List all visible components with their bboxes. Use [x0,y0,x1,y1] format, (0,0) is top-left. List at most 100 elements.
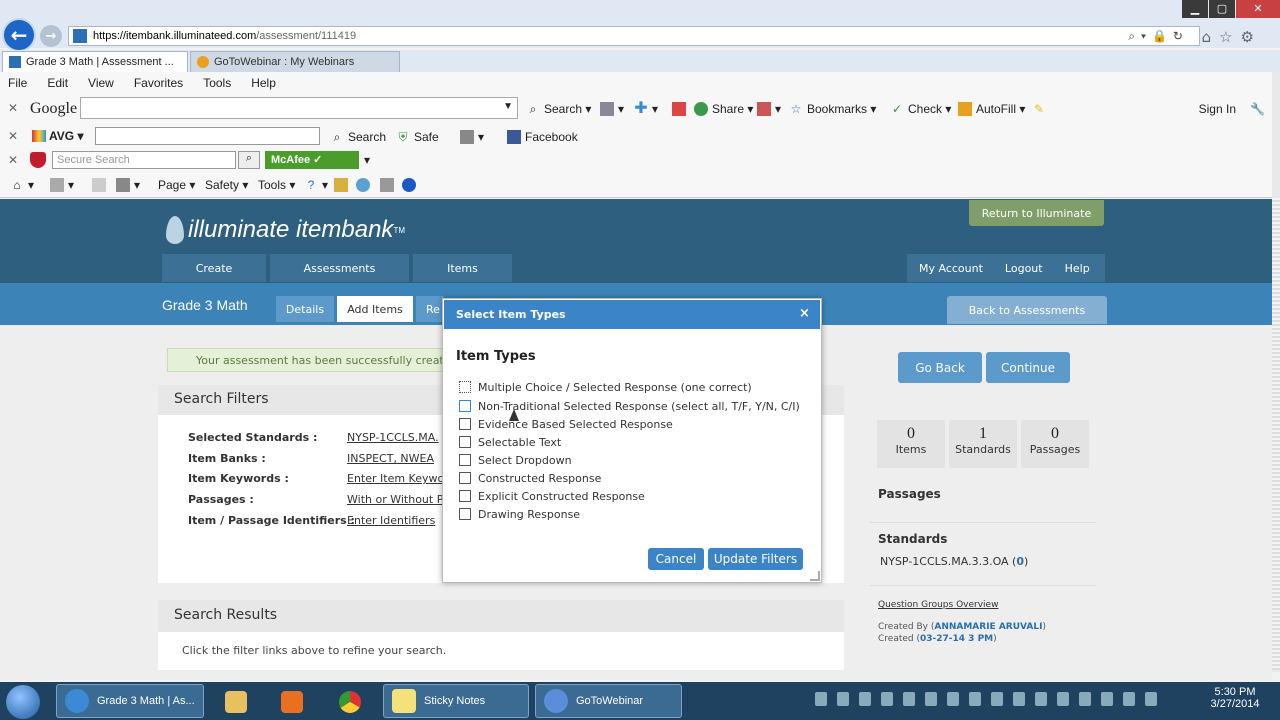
option-constructed-response[interactable]: Constructed Response [459,471,601,485]
gplus-icon[interactable] [672,102,690,116]
close-icon[interactable]: × [799,306,810,321]
tray-icon[interactable] [1035,692,1047,706]
return-to-illuminate-button[interactable]: Return to Illuminate [969,200,1104,226]
option-multiple-choice[interactable]: Multiple Choice / Selected Response (one… [459,380,752,394]
checkbox[interactable] [459,472,471,484]
tray-icon[interactable] [1145,692,1157,706]
menu-file[interactable]: File [8,76,27,90]
filter-value-standards[interactable]: NYSP-1CCLS.MA. [347,431,439,444]
menu-view[interactable]: View [88,76,114,90]
system-tray[interactable] [815,692,1167,706]
tray-icon[interactable] [991,692,1003,706]
page-menu[interactable]: Page ▾ [158,178,195,192]
address-bar[interactable]: https://itembank.illuminateed.com/assess… [68,26,1200,46]
close-toolbar-icon[interactable]: ✕ [8,101,18,115]
tab-reports[interactable]: Re [416,296,444,322]
tray-icon[interactable] [1057,692,1069,706]
autofill-button[interactable]: AutoFill ▾ [958,102,1025,116]
option-selectable-text[interactable]: Selectable Text [459,435,561,449]
resize-grip-icon[interactable] [810,571,820,581]
mcafee-dropdown-icon[interactable]: ▾ [364,153,370,167]
checkbox[interactable] [459,381,471,393]
go-back-button[interactable]: Go Back [898,352,982,383]
dropdown-arrow-icon[interactable]: ▼ [503,101,513,112]
illuminate-logo[interactable]: illuminate itembank TM [166,216,405,244]
avg-safe-button[interactable]: ⛨ Safe [396,130,438,144]
filter-value-item-banks[interactable]: INSPECT, NWEA [347,452,434,465]
screenshot-icon[interactable] [380,178,398,192]
research-icon[interactable] [334,178,352,192]
tray-icon[interactable] [925,692,937,706]
close-toolbar-icon[interactable]: ✕ [8,153,18,167]
checkbox[interactable] [459,400,471,412]
home-icon[interactable]: ⌂ ▾ [10,178,34,192]
continue-button[interactable]: Continue [986,352,1070,383]
maximize-button[interactable]: ▢ [1209,0,1235,18]
check-button[interactable]: ✓ Check ▾ [890,102,951,116]
google-search-input[interactable]: ▼ [80,97,518,119]
tray-icon[interactable] [859,692,871,706]
tab-grade3-math[interactable]: Grade 3 Math | Assessment ... [2,51,188,72]
task-sticky-notes[interactable]: Sticky Notes [383,684,529,718]
toolbar-menu-icon[interactable]: ▾ [600,102,624,116]
chrome-icon[interactable] [330,686,370,718]
secure-search-input[interactable]: Secure Search [52,151,236,169]
safety-menu[interactable]: Safety ▾ [205,178,248,192]
media-player-icon[interactable] [272,686,312,718]
tray-icon[interactable] [903,692,915,706]
checkbox[interactable] [459,436,471,448]
checkbox[interactable] [459,454,471,466]
menu-favorites[interactable]: Favorites [134,76,183,90]
avg-search-input[interactable] [95,127,320,145]
checkbox[interactable] [459,418,471,430]
question-groups-link[interactable]: Question Groups Overview [878,600,998,610]
tray-icon[interactable] [1123,692,1135,706]
my-account-link[interactable]: My Account [919,262,983,275]
minimize-button[interactable]: ▁ [1182,0,1208,18]
cancel-button[interactable]: Cancel [648,548,704,570]
update-filters-button[interactable]: Update Filters [708,548,803,570]
trash-icon[interactable]: ▾ [460,130,484,144]
tab-gotowebinar[interactable]: GoToWebinar : My Webinars [190,51,400,72]
bluetooth-icon[interactable] [402,178,420,192]
tray-icon[interactable] [1101,692,1113,706]
task-gotowebinar[interactable]: GoToWebinar [535,684,682,718]
tray-icon[interactable] [1079,692,1091,706]
nav-items[interactable]: Items [413,254,512,282]
facebook-button[interactable]: Facebook [507,130,578,144]
share-button[interactable]: Share ▾ [694,102,753,116]
menu-help[interactable]: Help [251,76,276,90]
start-button[interactable] [6,685,40,719]
feeds-icon[interactable]: ▾ [50,178,74,192]
explorer-icon[interactable] [216,686,256,718]
page-scrollbar[interactable] [1272,198,1280,670]
menu-edit[interactable]: Edit [47,76,68,90]
tab-add-items[interactable]: Add Items [337,296,413,322]
taskbar-clock[interactable]: 5:30 PM 3/27/2014 [1200,686,1270,710]
checkbox[interactable] [459,508,471,520]
search-icon[interactable]: ⌕ [238,151,260,169]
address-bar-icons[interactable]: ⌕▾🔒↻ [1128,29,1189,44]
tray-icon[interactable] [947,692,959,706]
print-icon[interactable]: ▾ [116,178,140,192]
tray-icon[interactable] [969,692,981,706]
close-window-button[interactable]: ✕ [1236,0,1280,18]
tray-icon[interactable] [837,692,849,706]
wrench-icon[interactable]: 🔧 [1250,102,1268,116]
home-star-gear-icons[interactable]: ⌂☆⚙ [1202,28,1262,46]
bookmarks-button[interactable]: ☆ Bookmarks ▾ [789,102,877,116]
translate-icon[interactable]: ▾ [757,102,781,116]
tray-icon[interactable] [815,692,827,706]
option-drawing-response[interactable]: Drawing Response [459,507,580,521]
menu-tools[interactable]: Tools [203,76,231,90]
tray-icon[interactable] [881,692,893,706]
tools-menu[interactable]: Tools ▾ [258,178,295,192]
highlight-icon[interactable]: ✎ [1032,102,1050,116]
google-search-button[interactable]: ⌕ Search ▾ [526,102,592,116]
mail-icon[interactable] [92,178,110,192]
filter-value-keywords[interactable]: Enter Item Keywo [347,472,444,485]
close-toolbar-icon[interactable]: ✕ [8,129,18,143]
avg-search-button[interactable]: ⌕ Search [330,130,386,144]
add-icon[interactable]: ✚ ▾ [634,101,658,117]
mcafee-badge[interactable]: McAfee ✓ [265,151,359,169]
